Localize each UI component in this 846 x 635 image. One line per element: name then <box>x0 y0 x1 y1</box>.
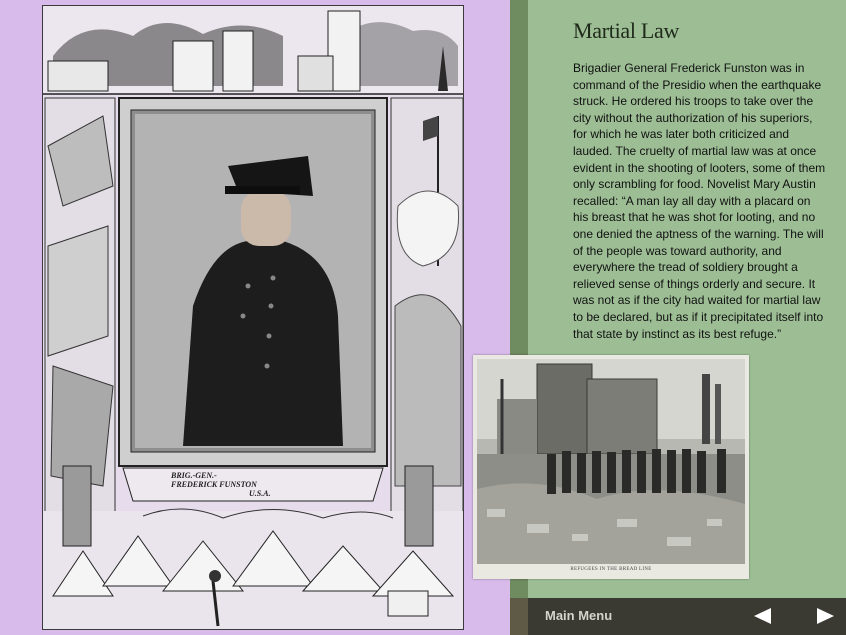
funston-illustration: BRIG.-GEN.- FREDERICK FUNSTON U.S.A. <box>42 5 464 630</box>
portrait-caption-line2: FREDERICK FUNSTON <box>171 480 257 489</box>
left-page: BRIG.-GEN.- FREDERICK FUNSTON U.S.A. <box>0 0 510 635</box>
bread-line-photo <box>477 359 745 564</box>
footer-accent <box>510 598 528 635</box>
triangle-right-icon <box>817 608 834 624</box>
triangle-left-icon <box>754 608 771 624</box>
next-page-button[interactable] <box>812 604 838 628</box>
photo-frame: REFUGEES IN THE BREAD LINE <box>473 355 749 579</box>
main-menu-button[interactable]: Main Menu <box>545 608 612 623</box>
portrait-caption-line3: U.S.A. <box>249 489 271 498</box>
page-title: Martial Law <box>573 18 680 43</box>
portrait-caption: BRIG.-GEN.- FREDERICK FUNSTON U.S.A. <box>171 471 341 498</box>
prev-page-button[interactable] <box>750 604 776 628</box>
footer-bar: Main Menu <box>510 598 846 635</box>
portrait-caption-line1: BRIG.-GEN.- <box>171 471 217 480</box>
photo-caption: REFUGEES IN THE BREAD LINE <box>570 567 652 572</box>
body-text: Brigadier General Frederick Funston was … <box>573 61 826 341</box>
